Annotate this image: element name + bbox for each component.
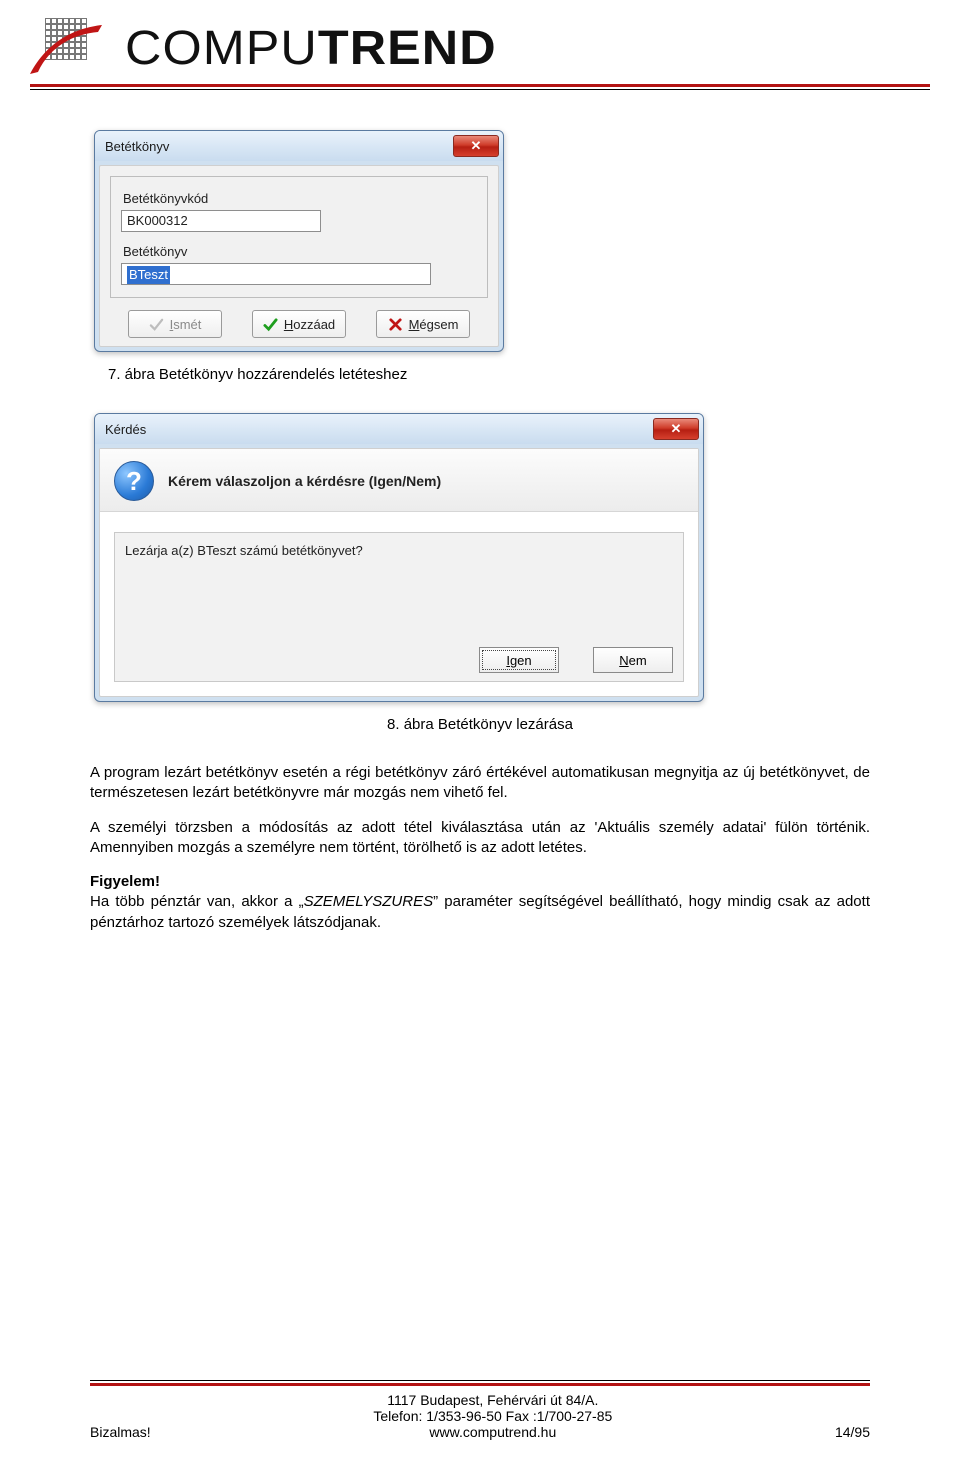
param-name: SZEMELYSZURES xyxy=(304,893,434,910)
page-footer: Bizalmas! 1117 Budapest, Fehérvári út 84… xyxy=(0,1380,960,1440)
footer-rule-red xyxy=(90,1383,870,1386)
input-betetkonyvkod-value: BK000312 xyxy=(127,213,188,228)
close-icon: ✕ xyxy=(671,421,682,437)
add-button-rest: ozzáad xyxy=(293,317,335,332)
dialog2-groupbox: Lezárja a(z) BTeszt számú betétkönyvet? … xyxy=(114,532,684,682)
dialog2-close-button[interactable]: ✕ xyxy=(653,418,699,440)
paragraph-3a: Ha több pénztár van, akkor a „ xyxy=(90,893,304,910)
dialog-betetkonyv: Betétkönyv ✕ Betétkönyvkód BK000312 Beté… xyxy=(94,130,504,352)
input-betetkonyv-value: BTeszt xyxy=(127,266,170,284)
dialog2-heading: Kérem válaszoljon a kérdésre (Igen/Nem) xyxy=(168,473,441,489)
dialog2-message: Lezárja a(z) BTeszt számú betétkönyvet? xyxy=(125,543,673,558)
input-betetkonyv[interactable]: BTeszt xyxy=(121,263,431,285)
logo-mark xyxy=(30,18,105,78)
figure-caption-7: 7. ábra Betétkönyv hozzárendelés letétes… xyxy=(90,366,870,383)
paragraph-1: A program lezárt betétkönyv esetén a rég… xyxy=(90,763,870,804)
brand-part2: TREND xyxy=(318,22,497,75)
figure-caption-8: 8. ábra Betétkönyv lezárása xyxy=(90,716,870,733)
question-icon: ? xyxy=(114,461,154,501)
cancel-button-hotkey: M xyxy=(409,317,420,332)
cancel-button[interactable]: Mégsem xyxy=(376,310,470,338)
check-outline-icon xyxy=(149,317,164,332)
label-betetkonyvkod: Betétkönyvkód xyxy=(123,191,477,206)
header-rule-red xyxy=(30,84,930,87)
close-icon: ✕ xyxy=(471,138,482,154)
footer-left: Bizalmas! xyxy=(90,1424,151,1440)
add-button[interactable]: Hozzáad xyxy=(252,310,346,338)
yes-button-rest: gen xyxy=(510,653,532,668)
no-button-rest: em xyxy=(629,653,647,668)
brand-wordmark: COMPUTREND xyxy=(125,21,497,76)
cancel-button-rest: égsem xyxy=(419,317,458,332)
dialog2-title-text: Kérdés xyxy=(105,422,146,437)
no-button[interactable]: Nem xyxy=(593,647,673,673)
dialog-title-text: Betétkönyv xyxy=(105,139,169,154)
repeat-button[interactable]: Ismét xyxy=(128,310,222,338)
footer-phone: Telefon: 1/353-96-50 Fax :1/700-27-85 xyxy=(151,1408,835,1424)
dialog-kerdes: Kérdés ✕ ? Kérem válaszoljon a kérdésre … xyxy=(94,413,704,702)
dialog-fieldset: Betétkönyvkód BK000312 Betétkönyv BTeszt xyxy=(110,176,488,298)
footer-pagenum: 14/95 xyxy=(835,1424,870,1440)
page-header: COMPUTREND xyxy=(0,0,960,78)
alert-label: Figyelem! xyxy=(90,873,160,890)
yes-button[interactable]: Igen xyxy=(479,647,559,673)
paragraph-alert: Figyelem! Ha több pénztár van, akkor a „… xyxy=(90,872,870,933)
dialog2-titlebar: Kérdés ✕ xyxy=(95,414,703,444)
close-button[interactable]: ✕ xyxy=(453,135,499,157)
check-green-icon xyxy=(263,317,278,332)
no-button-hotkey: N xyxy=(619,653,628,668)
add-button-hotkey: H xyxy=(284,317,293,332)
repeat-button-rest: smét xyxy=(173,317,201,332)
footer-url: www.computrend.hu xyxy=(151,1424,835,1440)
footer-rule-thin xyxy=(90,1380,870,1381)
paragraph-2: A személyi törzsben a módosítás az adott… xyxy=(90,818,870,859)
brand-part1: COMPU xyxy=(125,22,318,75)
logo-swoosh-icon xyxy=(28,22,106,78)
cross-red-icon xyxy=(388,317,403,332)
label-betetkonyv: Betétkönyv xyxy=(123,244,477,259)
dialog-titlebar: Betétkönyv ✕ xyxy=(95,131,503,161)
input-betetkonyvkod[interactable]: BK000312 xyxy=(121,210,321,232)
footer-address: 1117 Budapest, Fehérvári út 84/A. xyxy=(151,1392,835,1408)
